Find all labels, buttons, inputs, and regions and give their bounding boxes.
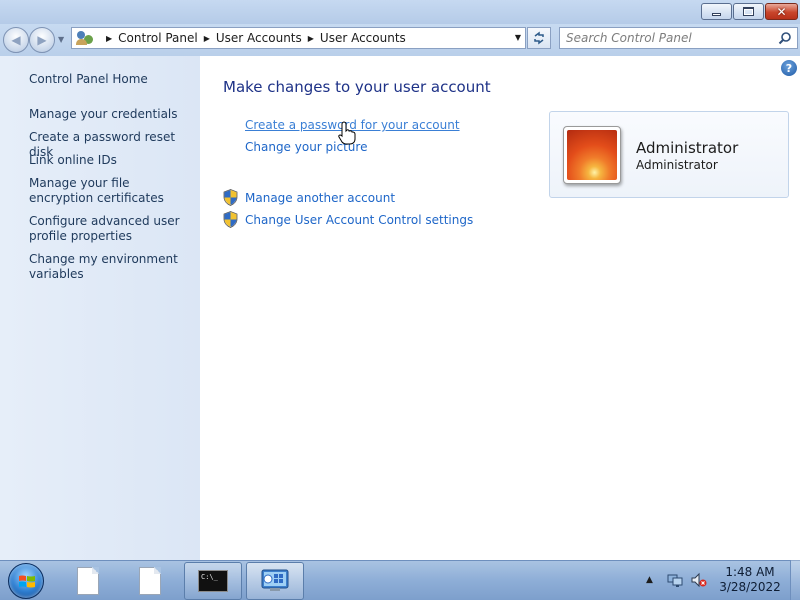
sidebar-item-environment-variables[interactable]: Change my environment variables [29, 252, 197, 282]
forward-button[interactable]: ▶ [29, 27, 55, 53]
sidebar: Control Panel Home Manage your credentia… [0, 56, 200, 560]
address-bar[interactable]: ▶ Control Panel ▶ User Accounts ▶ User A… [71, 27, 526, 49]
taskbar-file-button[interactable] [128, 562, 172, 600]
navigation-bar: ◀ ▶ ▼ ▶ Control Panel ▶ User Accounts ▶ … [0, 24, 800, 56]
control-panel-icon [261, 569, 289, 591]
recent-pages-dropdown[interactable]: ▼ [58, 35, 64, 44]
window-titlebar: ✕ [0, 0, 800, 24]
breadcrumb-separator-icon[interactable]: ▶ [106, 34, 112, 43]
sidebar-item-link-online-ids[interactable]: Link online IDs [29, 153, 197, 168]
volume-muted-icon[interactable] [691, 572, 707, 588]
clock-time: 1:48 AM [725, 565, 775, 579]
user-accounts-icon [76, 30, 94, 46]
page-title: Make changes to your user account [223, 78, 491, 96]
clock-date: 3/28/2022 [719, 580, 781, 594]
search-icon[interactable] [778, 31, 792, 45]
maximize-icon [743, 7, 754, 16]
sidebar-item-control-panel-home[interactable]: Control Panel Home [29, 72, 197, 87]
change-picture-link[interactable]: Change your picture [245, 140, 367, 154]
uac-settings-link[interactable]: Change User Account Control settings [245, 213, 473, 227]
flower-avatar-icon [567, 130, 617, 180]
close-icon: ✕ [776, 4, 787, 19]
breadcrumb-user-accounts[interactable]: User Accounts [216, 31, 302, 45]
windows-logo-icon [19, 575, 35, 588]
show-hidden-icons-icon[interactable]: ▲ [646, 575, 653, 585]
account-picture [563, 126, 621, 184]
minimize-button[interactable] [701, 3, 732, 20]
file-icon [77, 567, 99, 595]
search-box[interactable] [559, 27, 798, 49]
taskbar-cmd-button[interactable]: C:\_ [184, 562, 242, 600]
shield-icon [223, 189, 238, 206]
address-dropdown-icon[interactable]: ▼ [515, 33, 521, 42]
start-button[interactable] [8, 563, 44, 599]
account-type: Administrator [636, 158, 718, 172]
help-icon[interactable]: ? [781, 60, 797, 76]
taskbar-file-button[interactable] [66, 562, 110, 600]
account-card: Administrator Administrator [549, 111, 789, 198]
refresh-button[interactable] [527, 27, 551, 49]
breadcrumb-separator-icon[interactable]: ▶ [204, 34, 210, 43]
close-button[interactable]: ✕ [765, 3, 798, 20]
main-content: ? Make changes to your user account Crea… [200, 56, 800, 560]
sidebar-item-manage-credentials[interactable]: Manage your credentials [29, 107, 197, 122]
back-button[interactable]: ◀ [3, 27, 29, 53]
sidebar-item-file-encryption-certificates[interactable]: Manage your file encryption certificates [29, 176, 197, 206]
sidebar-item-advanced-profile-properties[interactable]: Configure advanced user profile properti… [29, 214, 197, 244]
cmd-icon: C:\_ [198, 570, 228, 592]
forward-icon: ▶ [37, 33, 47, 47]
shield-icon [223, 211, 238, 228]
maximize-button[interactable] [733, 3, 764, 20]
back-icon: ◀ [11, 33, 21, 47]
breadcrumb-user-accounts-current[interactable]: User Accounts [320, 31, 406, 45]
network-icon[interactable] [667, 572, 683, 588]
search-input[interactable] [566, 31, 771, 45]
file-icon [139, 567, 161, 595]
taskbar-control-panel-button[interactable] [246, 562, 304, 600]
show-desktop-button[interactable] [790, 560, 800, 600]
breadcrumb-separator-icon[interactable]: ▶ [308, 34, 314, 43]
breadcrumb-control-panel[interactable]: Control Panel [118, 31, 198, 45]
system-clock[interactable]: 1:48 AM 3/28/2022 [712, 565, 788, 595]
create-password-link[interactable]: Create a password for your account [245, 118, 460, 132]
account-name: Administrator [636, 139, 739, 157]
manage-another-account-link[interactable]: Manage another account [245, 191, 395, 205]
refresh-icon [534, 31, 544, 45]
minimize-icon [712, 13, 721, 16]
